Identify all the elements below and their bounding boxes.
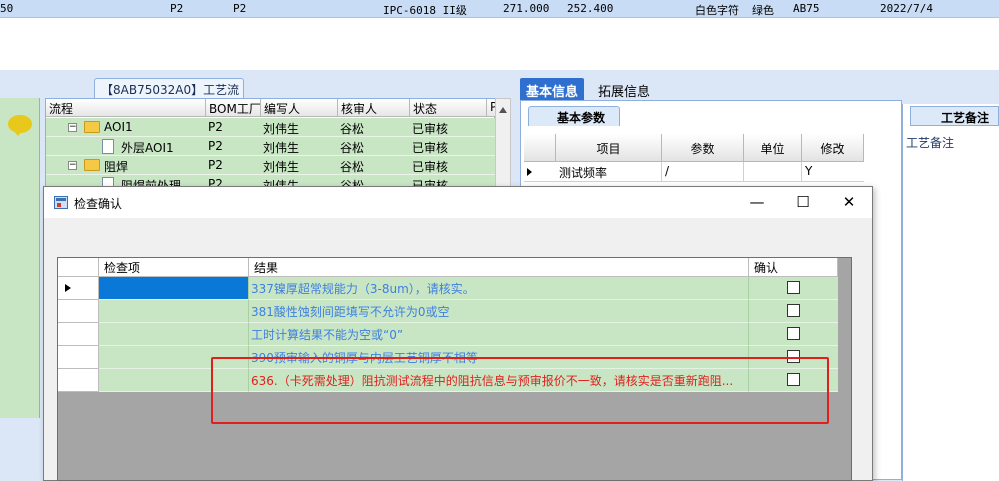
check-confirm-dialog: 检查确认 — ☐ ✕ 检查项 结果 确认 337镍厚超常规能力（3-8um），请…	[43, 186, 873, 481]
result-cell[interactable]: 381酸性蚀刻间距填写不允许为0或空	[249, 300, 749, 323]
column-header-unit[interactable]: 单位	[744, 134, 802, 162]
tree-row[interactable]: − 阻焊 P2 刘伟生 谷松 已审核	[46, 156, 496, 175]
document-icon	[102, 139, 114, 154]
scroll-up-icon[interactable]	[499, 103, 507, 113]
window-icon	[54, 196, 68, 209]
table-row[interactable]: 381酸性蚀刻间距填写不允许为0或空	[58, 300, 838, 323]
param-cell-unit[interactable]	[744, 162, 802, 182]
notes-column-header: 工艺备注	[906, 136, 955, 150]
column-header-reviewer[interactable]: 核审人	[338, 99, 410, 117]
column-header-bom-factory[interactable]: BOM工厂	[206, 99, 261, 117]
confirm-cell[interactable]	[749, 277, 838, 300]
confirm-checkbox[interactable]	[787, 304, 800, 317]
column-header-process[interactable]: 流程	[46, 99, 206, 117]
check-item-cell[interactable]	[99, 277, 249, 300]
tree-row-name: AOI1	[104, 120, 133, 134]
tab-extended-info[interactable]: 拓展信息	[592, 78, 656, 100]
tree-row-reviewer: 谷松	[340, 160, 365, 174]
tree-row[interactable]: − AOI1 P2 刘伟生 谷松 已审核	[46, 118, 496, 137]
column-header-param[interactable]: 参数	[662, 134, 744, 162]
top-cell: 2022/7/4	[880, 2, 933, 15]
top-cell: P2	[233, 2, 247, 15]
column-header-item[interactable]: 项目	[556, 134, 662, 162]
tree-row-writer: 刘伟生	[263, 160, 300, 174]
top-cell: 50	[0, 2, 14, 15]
param-cell-item[interactable]: 测试频率	[556, 162, 662, 182]
row-header[interactable]	[58, 300, 99, 323]
top-cell: 白色字符	[695, 4, 739, 17]
top-cell: IPC-6018 II级	[383, 4, 467, 17]
column-header-result[interactable]: 结果	[249, 258, 749, 277]
confirm-checkbox[interactable]	[787, 327, 800, 340]
close-button[interactable]: ✕	[826, 187, 872, 218]
table-row[interactable]: 337镍厚超常规能力（3-8um），请核实。	[58, 277, 838, 300]
current-row-arrow-icon	[65, 284, 75, 292]
check-item-cell[interactable]	[99, 323, 249, 346]
tree-row-factory: P2	[208, 139, 223, 153]
top-cell: AB75	[793, 2, 820, 15]
minimize-button[interactable]: —	[734, 187, 780, 218]
result-cell[interactable]: 337镍厚超常规能力（3-8um），请核实。	[249, 277, 749, 300]
info-tab-strip: 基本信息 拓展信息	[520, 78, 900, 100]
tree-row-writer: 刘伟生	[263, 122, 300, 136]
left-side-strip	[0, 98, 40, 418]
column-header-confirm[interactable]: 确认	[749, 258, 838, 277]
row-header[interactable]	[58, 323, 99, 346]
table-row[interactable]: 工时计算结果不能为空或“0”	[58, 323, 838, 346]
row-header-corner	[58, 258, 99, 277]
collapse-icon[interactable]: −	[68, 123, 77, 132]
collapse-icon[interactable]: −	[68, 161, 77, 170]
comment-icon[interactable]	[8, 115, 32, 136]
folder-icon	[84, 159, 100, 171]
tree-row[interactable]: 外层AOI1 P2 刘伟生 谷松 已审核	[46, 137, 496, 156]
row-header[interactable]	[58, 369, 99, 392]
check-item-cell[interactable]	[99, 300, 249, 323]
dialog-title: 检查确认	[74, 197, 123, 211]
empty-area	[0, 18, 999, 70]
confirm-checkbox[interactable]	[787, 281, 800, 294]
column-header-writer[interactable]: 编写人	[261, 99, 338, 117]
param-cell-modify[interactable]: Y	[802, 162, 864, 182]
top-data-row: 50 P2 P2 IPC-6018 II级 271.000 252.400 白色…	[0, 0, 999, 18]
current-row-arrow-icon	[527, 168, 536, 176]
confirm-cell[interactable]	[749, 300, 838, 323]
top-cell: P2	[170, 2, 184, 15]
folder-icon	[84, 121, 100, 133]
tree-row-writer: 刘伟生	[263, 141, 300, 155]
tab-basic-info[interactable]: 基本信息	[520, 78, 585, 100]
row-indicator	[524, 162, 556, 182]
tree-row-name: 外层AOI1	[121, 141, 174, 155]
row-header-corner	[524, 134, 556, 162]
row-header[interactable]	[58, 277, 99, 300]
tree-row-status: 已审核	[412, 141, 449, 155]
notes-panel	[902, 104, 999, 481]
tree-row-reviewer: 谷松	[340, 122, 365, 136]
process-panel-title[interactable]: 【8AB75032A0】工艺流程	[94, 78, 244, 114]
column-header-status[interactable]: 状态	[410, 99, 487, 117]
row-header[interactable]	[58, 346, 99, 369]
param-cell-param[interactable]: /	[662, 162, 744, 182]
column-header-check-item[interactable]: 检查项	[99, 258, 249, 277]
dialog-titlebar[interactable]: 检查确认 — ☐ ✕	[44, 187, 872, 218]
top-cell: 绿色	[752, 4, 774, 17]
tree-row-reviewer: 谷松	[340, 141, 365, 155]
result-cell[interactable]: 工时计算结果不能为空或“0”	[249, 323, 749, 346]
highlight-annotation-box	[211, 357, 829, 424]
column-header-modify[interactable]: 修改	[802, 134, 864, 162]
tree-row-factory: P2	[208, 158, 223, 172]
tab-basic-params[interactable]: 基本参数	[528, 106, 620, 126]
tree-row-name: 阻焊	[104, 160, 129, 174]
top-cell: 252.400	[567, 2, 614, 15]
confirm-cell[interactable]	[749, 323, 838, 346]
tab-process-notes[interactable]: 工艺备注	[910, 106, 999, 126]
tree-row-status: 已审核	[412, 160, 449, 174]
top-cell: 271.000	[503, 2, 550, 15]
tree-row-status: 已审核	[412, 122, 449, 136]
tree-row-factory: P2	[208, 120, 223, 134]
maximize-button[interactable]: ☐	[780, 187, 826, 218]
